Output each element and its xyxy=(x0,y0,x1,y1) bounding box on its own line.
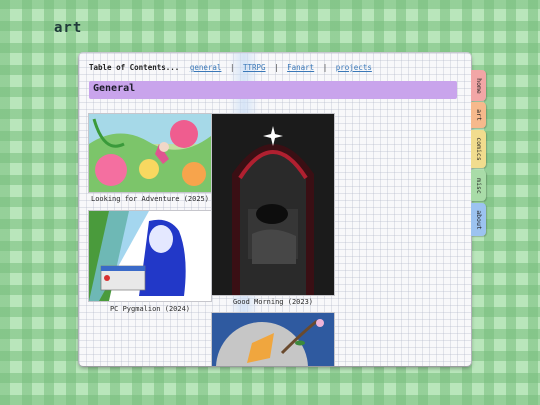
toc-link-general[interactable]: general xyxy=(190,63,222,72)
section-header-general: General xyxy=(89,81,457,99)
artwork-thumbnail-looking-for-adventure[interactable] xyxy=(89,114,211,192)
toc-link-ttrpg[interactable]: TTRPG xyxy=(243,63,266,72)
artwork-caption: Good Morning (2023) xyxy=(232,298,314,306)
tab-comics[interactable]: comics xyxy=(471,130,486,168)
artwork-image xyxy=(212,313,334,366)
tab-home[interactable]: home xyxy=(471,70,486,101)
tab-misc[interactable]: misc xyxy=(471,170,486,201)
tab-about[interactable]: about xyxy=(471,203,486,236)
site-title: art xyxy=(54,20,83,36)
section-title: General xyxy=(93,83,136,94)
toc-separator: | xyxy=(229,63,235,72)
tab-comics-label: comics xyxy=(474,137,483,161)
tab-art[interactable]: art xyxy=(471,102,486,128)
tab-about-label: about xyxy=(474,209,483,230)
tab-home-label: home xyxy=(474,77,483,94)
artwork-image xyxy=(89,211,211,301)
artwork-image xyxy=(212,114,334,295)
notebook-page: Table of Contents... general | TTRPG | F… xyxy=(79,53,471,366)
tab-misc-label: misc xyxy=(474,177,483,194)
artwork-image xyxy=(89,114,211,192)
toc-separator: | xyxy=(274,63,279,72)
toc-separator: | xyxy=(322,63,328,72)
artwork-thumbnail-pc-pygmalion[interactable] xyxy=(89,211,211,301)
toc-link-projects[interactable]: projects xyxy=(336,63,372,72)
tab-art-label: art xyxy=(474,109,483,121)
artwork-thumbnail-good-morning[interactable] xyxy=(212,114,334,295)
artwork-caption: PC Pygmalion (2024) xyxy=(109,305,191,313)
artwork-thumbnail-moon[interactable] xyxy=(212,313,334,366)
toc-label: Table of Contents... xyxy=(89,63,180,72)
artwork-caption: Looking for Adventure (2025) xyxy=(90,195,209,203)
toc-link-fanart[interactable]: Fanart xyxy=(287,63,314,72)
table-of-contents: Table of Contents... general | TTRPG | F… xyxy=(89,63,372,72)
